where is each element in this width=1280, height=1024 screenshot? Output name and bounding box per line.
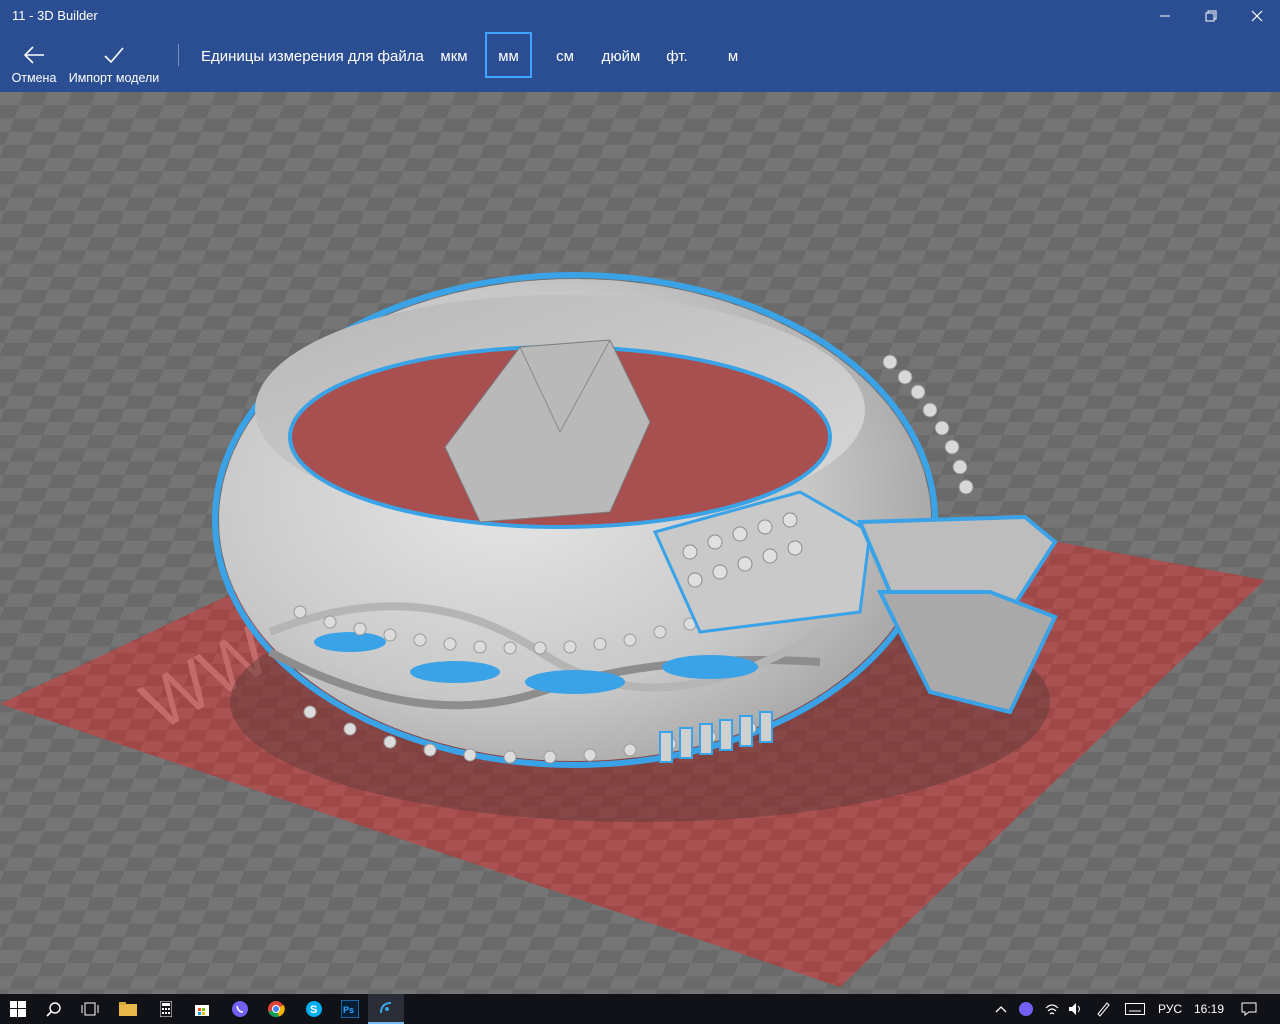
tray-clock[interactable]: 16:19: [1194, 1002, 1224, 1016]
unit-option-um[interactable]: мкм: [434, 32, 474, 78]
taskbar-chrome[interactable]: [258, 994, 294, 1024]
tray-overflow-button[interactable]: [990, 994, 1012, 1024]
photoshop-icon: Ps: [341, 1000, 359, 1018]
unit-option-inch[interactable]: дюйм: [596, 32, 646, 78]
3d-viewport[interactable]: WW: [0, 92, 1280, 994]
search-icon: [46, 1002, 61, 1017]
close-button[interactable]: [1234, 0, 1280, 32]
unit-option-mm[interactable]: мм: [485, 32, 532, 78]
import-model-button[interactable]: Импорт модели: [66, 32, 162, 92]
chevron-up-icon: [995, 1006, 1007, 1013]
checkmark-icon: [104, 47, 124, 64]
action-center-button[interactable]: [1236, 994, 1262, 1024]
task-view-icon: [81, 1002, 99, 1016]
restore-button[interactable]: [1188, 0, 1234, 32]
pen-icon: [1097, 1002, 1110, 1017]
svg-text:S: S: [310, 1004, 317, 1016]
restore-icon: [1205, 10, 1217, 22]
viber-icon: [232, 1001, 248, 1017]
unit-option-m[interactable]: м: [720, 32, 746, 78]
back-arrow-icon: [23, 46, 44, 64]
tray-language[interactable]: РУС: [1158, 1002, 1182, 1016]
skype-icon: S: [306, 1001, 322, 1017]
taskbar-3d-builder[interactable]: [368, 994, 404, 1024]
calculator-icon: [160, 1001, 172, 1017]
task-view-button[interactable]: [72, 994, 108, 1024]
3d-builder-icon: [380, 1002, 392, 1014]
tray-keyboard[interactable]: [1120, 994, 1150, 1024]
import-toolbar: Отмена Импорт модели Единицы измерения д…: [0, 32, 1280, 92]
scene-render: WW: [0, 92, 1280, 994]
cancel-label: Отмена: [11, 71, 57, 85]
store-icon: [195, 1005, 209, 1016]
folder-icon: [119, 1002, 137, 1016]
tray-network[interactable]: [1040, 994, 1064, 1024]
svg-text:Ps: Ps: [343, 1005, 354, 1015]
tray-pen[interactable]: [1090, 994, 1116, 1024]
search-button[interactable]: [36, 994, 72, 1024]
unit-option-ft[interactable]: фт.: [660, 32, 694, 78]
minimize-icon: [1160, 15, 1170, 17]
taskbar-calculator[interactable]: [148, 994, 184, 1024]
minimize-button[interactable]: [1142, 0, 1188, 32]
cancel-button[interactable]: Отмена: [8, 32, 60, 92]
taskbar-photoshop[interactable]: Ps: [332, 994, 368, 1024]
windows-logo-icon: [10, 1001, 26, 1017]
chrome-icon: [268, 1001, 285, 1018]
taskbar-viber[interactable]: [222, 994, 258, 1024]
viber-tray-icon: [1019, 1002, 1033, 1016]
keyboard-icon: [1125, 1003, 1145, 1015]
wifi-icon: [1045, 1004, 1059, 1015]
start-button[interactable]: [0, 994, 36, 1024]
window-title: 11 - 3D Builder: [12, 8, 98, 23]
title-bar: 11 - 3D Builder: [0, 0, 1280, 32]
taskbar-skype[interactable]: S: [296, 994, 332, 1024]
taskbar: S Ps РУС 16:19: [0, 994, 1280, 1024]
tray-viber[interactable]: [1014, 994, 1038, 1024]
units-label: Единицы измерения для файла: [201, 48, 424, 65]
toolbar-separator: [178, 44, 179, 66]
import-label: Импорт модели: [68, 71, 160, 85]
taskbar-file-explorer[interactable]: [110, 994, 146, 1024]
close-icon: [1251, 10, 1263, 22]
unit-option-cm[interactable]: см: [548, 32, 582, 78]
taskbar-store[interactable]: [184, 994, 220, 1024]
tray-volume[interactable]: [1064, 994, 1088, 1024]
speaker-icon: [1069, 1003, 1080, 1015]
notification-icon: [1241, 1002, 1257, 1016]
